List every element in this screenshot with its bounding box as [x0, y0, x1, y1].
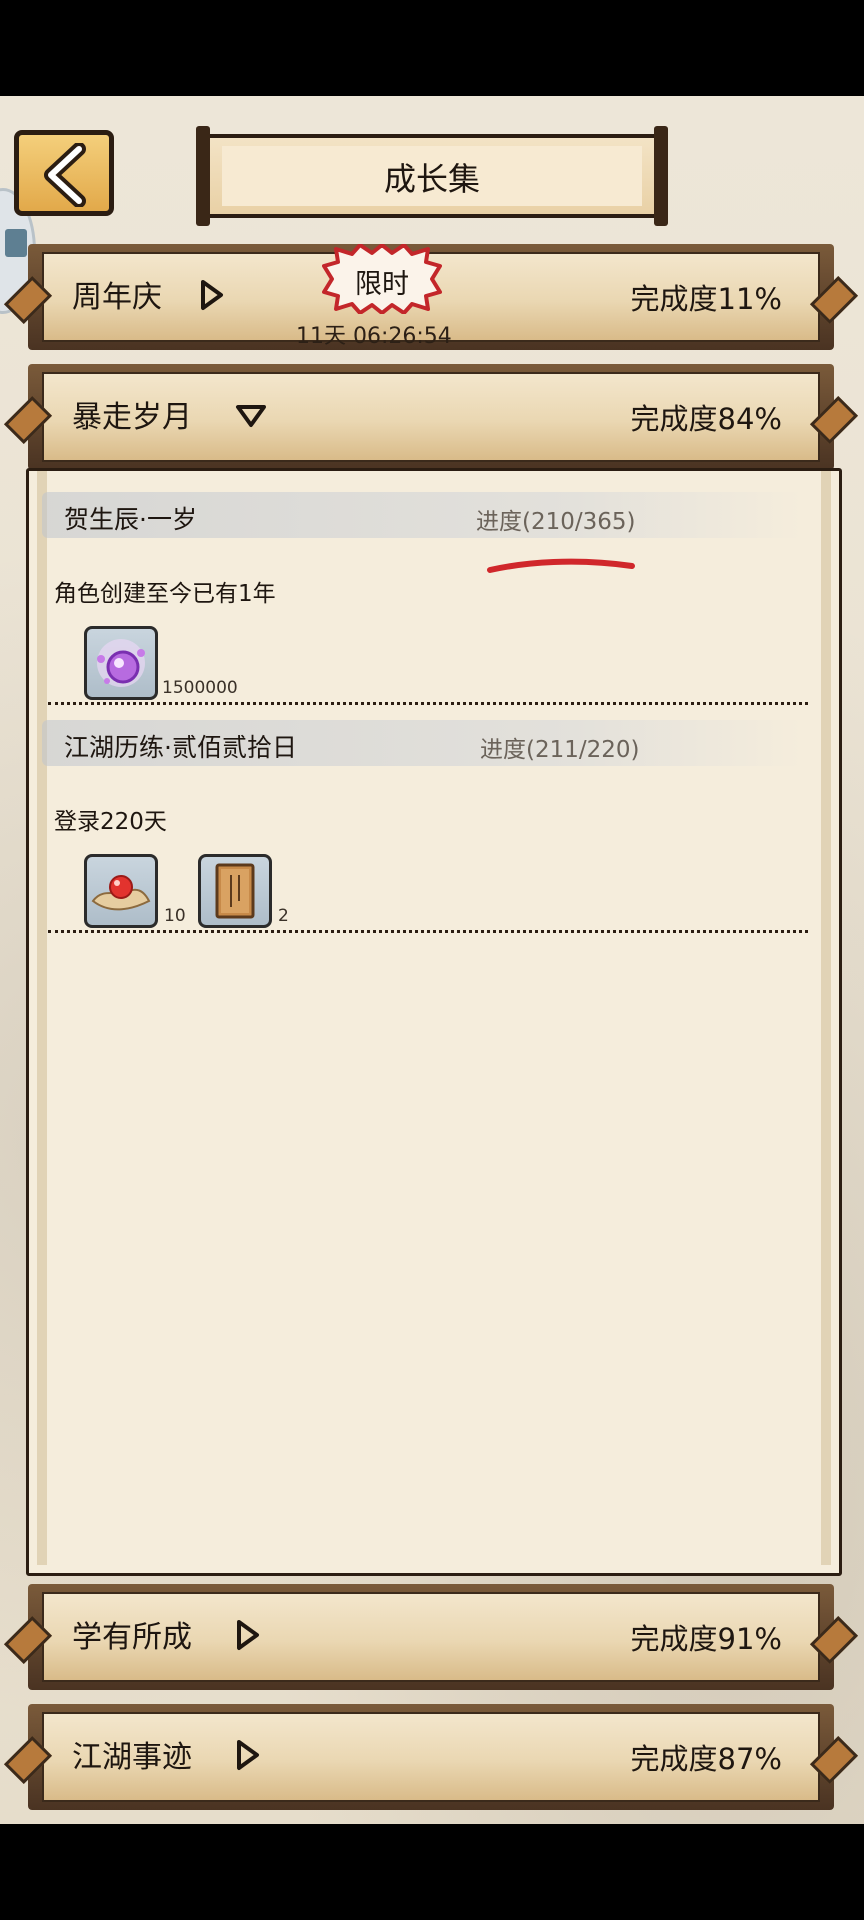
back-button[interactable] [14, 130, 114, 216]
task-progress: 进度(210/365) [476, 509, 636, 535]
reward-item[interactable] [84, 854, 158, 928]
reward-item[interactable] [198, 854, 272, 928]
expand-arrow-right-icon [201, 280, 223, 310]
task-name: 贺生辰·一岁 [64, 505, 197, 534]
reward-count: 1500000 [162, 678, 238, 698]
reward-item[interactable] [84, 626, 158, 700]
book-icon [215, 863, 255, 919]
task-description: 角色创建至今已有1年 [54, 581, 276, 607]
screen: 成长集 周年庆 完成度11% 限时 11天 06:26:54 暴走岁月 完成度8… [0, 96, 864, 1824]
category-label: 学有所成 [72, 1620, 192, 1655]
reward-count: 2 [278, 906, 289, 926]
divider [48, 930, 808, 933]
reward-count: 10 [164, 906, 186, 926]
category-completion: 完成度84% [630, 402, 782, 436]
red-underline-annotation [487, 558, 635, 573]
divider [48, 702, 808, 705]
limited-time-badge: 限时 [322, 243, 442, 315]
category-completion: 完成度87% [630, 1742, 782, 1776]
back-arrow-icon [44, 143, 86, 207]
countdown-timer: 11天 06:26:54 [296, 324, 452, 349]
title-banner: 成长集 [196, 126, 668, 226]
expand-arrow-right-icon [237, 1740, 259, 1770]
category-bar-rampage-years[interactable]: 暴走岁月 完成度84% [3, 364, 859, 470]
purple-orb-icon [97, 639, 145, 687]
category-label: 暴走岁月 [72, 400, 192, 435]
expand-arrow-right-icon [237, 1620, 259, 1650]
page-title: 成长集 [383, 160, 480, 198]
category-bar-learning[interactable]: 学有所成 完成度91% [3, 1584, 859, 1690]
task-description: 登录220天 [54, 809, 167, 835]
task-name: 江湖历练·贰佰贰拾日 [64, 733, 297, 762]
category-label: 江湖事迹 [72, 1740, 192, 1775]
category-bar-jianghu-deeds[interactable]: 江湖事迹 完成度87% [3, 1704, 859, 1810]
task-progress: 进度(211/220) [480, 737, 640, 763]
red-pearl-on-cloth-icon [91, 875, 151, 911]
category-completion: 完成度91% [630, 1622, 782, 1656]
category-completion: 完成度11% [630, 282, 782, 316]
category-label: 周年庆 [72, 280, 162, 315]
expand-arrow-down-icon [236, 405, 266, 427]
